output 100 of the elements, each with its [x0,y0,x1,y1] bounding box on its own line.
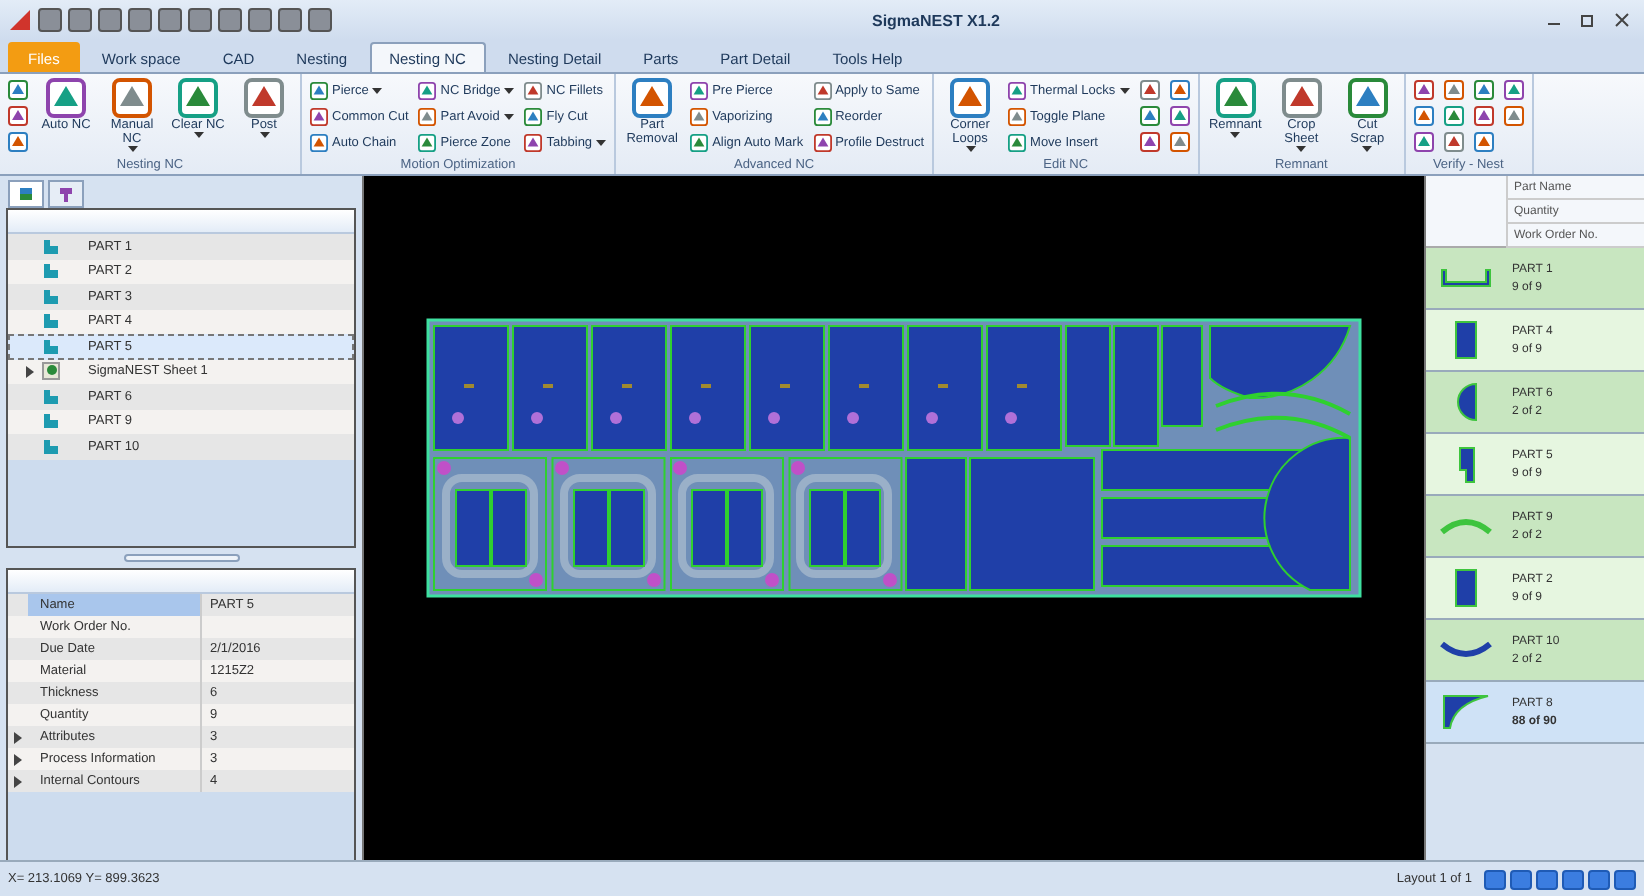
app-logo-icon [8,8,32,32]
chevron-icon[interactable] [26,365,34,378]
toolbar-icon[interactable] [188,8,212,32]
tool-icon [1413,80,1434,100]
splitter-handle[interactable] [123,554,239,562]
ribbon-icon-button[interactable] [1501,104,1526,128]
tool-icon [690,107,709,125]
window-title: SigmaNEST X1.2 [869,11,1003,29]
ribbon-icon-button[interactable] [1441,78,1466,102]
tool-icon [690,81,709,99]
toolbar-icon[interactable] [68,8,92,32]
tool-icon [1139,80,1160,100]
layout-nav-button[interactable] [1510,869,1532,889]
tool-icon [1503,80,1524,100]
tool-icon [1473,106,1494,126]
ribbon-icon-button[interactable] [1411,130,1436,154]
toolbar-icon[interactable] [98,8,122,32]
ribbon-icon-button[interactable] [1167,130,1192,154]
toolbar-icon[interactable] [278,8,302,32]
layout-nav-button[interactable] [1484,869,1506,889]
tool-icon [112,78,152,118]
part-thumbnail [1454,568,1478,608]
toolbar-icon[interactable] [158,8,182,32]
part-thumbnail [1440,516,1492,536]
tool-icon [1008,133,1027,151]
tool-icon [178,78,218,118]
sheet-icon [42,362,60,381]
tool-icon [310,107,328,125]
tool-icon [1281,78,1322,118]
toolbar-icon[interactable] [128,8,152,32]
tool-icon [8,106,28,126]
tool-icon [310,81,328,99]
ribbon-icon-button[interactable] [1137,104,1162,128]
restore-icon [1580,12,1596,28]
toolbar-icon[interactable] [38,8,62,32]
tool-icon [524,107,543,125]
ribbon-icon-button[interactable] [1501,78,1526,102]
tool-icon [813,107,832,125]
layout-nav-button[interactable] [1614,869,1636,889]
tool-icon [310,133,328,151]
ribbon-icon-button[interactable] [6,78,30,102]
tool-icon [632,78,673,118]
tool-icon [8,132,28,152]
tool-icon [1139,106,1160,126]
tool-icon [1347,78,1388,118]
tool-icon [524,133,543,151]
part-thumbnail [1440,640,1492,660]
layout-nav-button[interactable] [1536,869,1558,889]
layers-icon [18,186,34,202]
ribbon-icon-button[interactable] [1411,78,1436,102]
ribbon-icon-button[interactable] [1471,130,1496,154]
ribbon-icon-button[interactable] [1471,78,1496,102]
panel-tab[interactable] [8,180,44,208]
tool-icon [418,133,437,151]
ribbon-icon-button[interactable] [1167,78,1192,102]
tool-icon [1008,81,1027,99]
close-icon [1614,12,1630,28]
chevron-icon[interactable] [14,775,22,787]
ribbon-icon-button[interactable] [1137,78,1162,102]
ribbon-icon-button[interactable] [6,104,30,128]
ribbon-icon-button[interactable] [1137,130,1162,154]
tool-icon [418,81,437,99]
tool-icon [1413,106,1434,126]
tool-icon [1169,106,1190,126]
toolbar-icon[interactable] [308,8,332,32]
layout-nav-button[interactable] [1588,869,1610,889]
tool-icon [813,81,832,99]
tool-icon [1473,132,1494,152]
tool-icon [1413,132,1434,152]
layout-nav-button[interactable] [1562,869,1584,889]
part-thumbnail [1454,320,1478,360]
ribbon-icon-button[interactable] [1167,104,1192,128]
tool-icon [1169,80,1190,100]
ribbon-icon-button[interactable] [1471,104,1496,128]
ribbon-icon-button[interactable] [1441,130,1466,154]
chevron-icon[interactable] [14,731,22,743]
panel-tab[interactable] [48,180,84,208]
tool-icon [1473,80,1494,100]
tool-icon [8,80,28,100]
toolbar-icon[interactable] [248,8,272,32]
tool-icon [524,81,543,99]
tool-icon [950,78,991,118]
part-thumbnail [1442,694,1490,730]
tool-icon [1443,132,1464,152]
ribbon-icon-button[interactable] [6,130,30,154]
tool-icon [1443,80,1464,100]
tool-icon [1169,132,1190,152]
chevron-icon[interactable] [14,753,22,765]
part-thumbnail [1457,445,1475,483]
tool-icon [1503,106,1524,126]
tool-icon [46,78,86,118]
ribbon-icon-button[interactable] [1411,104,1436,128]
tool-icon [690,133,709,151]
tool-icon [244,78,284,118]
tool-icon [1215,78,1256,118]
toolbar-icon[interactable] [218,8,242,32]
tool-icon [1443,106,1464,126]
tool-icon [1139,132,1160,152]
tool-icon [1008,107,1027,125]
ribbon-icon-button[interactable] [1441,104,1466,128]
